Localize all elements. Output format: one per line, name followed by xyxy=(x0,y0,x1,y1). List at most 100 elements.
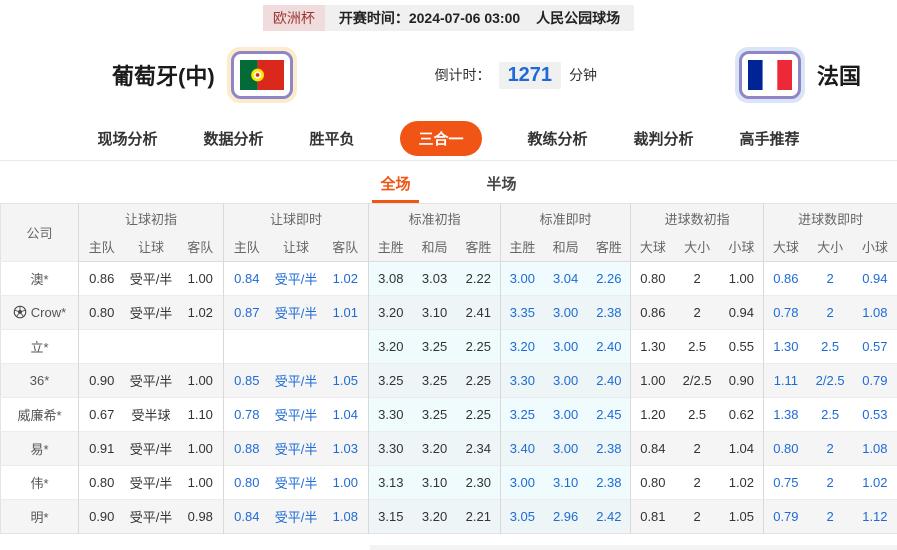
odds-cell: 3.40 xyxy=(501,432,544,466)
odds-cell: 2.42 xyxy=(588,500,631,534)
odds-cell: 受平/半 xyxy=(270,262,323,296)
odds-cell: 1.12 xyxy=(853,500,897,534)
nav-tab-4[interactable]: 教练分析 xyxy=(528,128,588,149)
company-name: Crow* xyxy=(31,305,66,320)
nav-tab-0[interactable]: 现场分析 xyxy=(97,128,157,149)
odds-cell: 0.85 xyxy=(224,364,270,398)
nav-tabs: 现场分析 数据分析 胜平负 三合一 教练分析 裁判分析 高手推荐 xyxy=(0,117,897,161)
odds-cell: 2.38 xyxy=(588,432,631,466)
odds-cell: 0.57 xyxy=(853,330,897,364)
group-header-2: 标准初指 xyxy=(369,204,501,233)
odds-cell: 2.25 xyxy=(457,364,501,398)
odds-cell: 3.35 xyxy=(501,296,544,330)
group-header-0: 让球初指 xyxy=(79,204,224,233)
odds-cell: 0.75 xyxy=(764,466,808,500)
odds-cell: 1.00 xyxy=(720,262,764,296)
odds-cell: 1.02 xyxy=(720,466,764,500)
sub-header: 客胜 xyxy=(588,233,631,262)
nav-tab-6[interactable]: 高手推荐 xyxy=(740,128,800,149)
kickoff-time: 开赛时间：2024-07-06 03:00 xyxy=(339,8,520,28)
odds-cell: 受平/半 xyxy=(125,432,178,466)
odds-table: 公司让球初指让球即时标准初指标准即时进球数初指进球数即时 主队让球客队主队让球客… xyxy=(0,203,897,534)
odds-cell: 3.15 xyxy=(369,500,413,534)
table-row: 明*0.90受平/半0.980.84受平/半1.083.153.202.213.… xyxy=(1,500,897,534)
company-cell[interactable]: 威廉希* xyxy=(1,398,79,432)
odds-cell: 1.10 xyxy=(178,398,224,432)
nav-tab-2[interactable]: 胜平负 xyxy=(309,128,354,149)
odds-cell: 2.21 xyxy=(457,500,501,534)
nav-tab-5[interactable]: 裁判分析 xyxy=(634,128,694,149)
odds-cell: 2 xyxy=(675,466,720,500)
odds-cell: 3.04 xyxy=(544,262,588,296)
odds-cell: 2.40 xyxy=(588,330,631,364)
odds-cell: 3.25 xyxy=(369,364,413,398)
odds-cell: 3.20 xyxy=(413,432,457,466)
period-subtabs: 全场 半场 xyxy=(0,161,897,203)
odds-cell: 1.30 xyxy=(631,330,675,364)
sub-header: 让球 xyxy=(125,233,178,262)
odds-cell: 1.04 xyxy=(720,432,764,466)
company-name: 易* xyxy=(30,442,48,457)
odds-cell: 2.45 xyxy=(588,398,631,432)
nav-tab-3[interactable]: 三合一 xyxy=(400,121,481,156)
company-cell[interactable]: 明* xyxy=(1,500,79,534)
france-flag-icon xyxy=(739,51,801,99)
odds-cell: 3.00 xyxy=(544,432,588,466)
odds-cell xyxy=(224,330,270,364)
company-cell[interactable]: 立* xyxy=(1,330,79,364)
odds-cell: 0.62 xyxy=(720,398,764,432)
odds-cell: 2/2.5 xyxy=(808,364,853,398)
group-header-5: 进球数即时 xyxy=(764,204,897,233)
company-cell[interactable]: 澳* xyxy=(1,262,79,296)
sub-header: 大小 xyxy=(675,233,720,262)
odds-cell: 1.04 xyxy=(323,398,369,432)
odds-cell: 0.94 xyxy=(853,262,897,296)
odds-cell: 1.20 xyxy=(631,398,675,432)
company-name: 明* xyxy=(30,510,48,525)
odds-cell: 2 xyxy=(808,500,853,534)
away-flag-box xyxy=(735,47,805,103)
odds-cell: 2 xyxy=(808,262,853,296)
odds-cell: 0.90 xyxy=(79,500,125,534)
company-cell[interactable]: 易* xyxy=(1,432,79,466)
odds-cell: 2.5 xyxy=(675,330,720,364)
odds-cell: 2 xyxy=(808,296,853,330)
subtab-0[interactable]: 全场 xyxy=(372,165,418,203)
odds-cell: 3.30 xyxy=(369,398,413,432)
nav-tab-1[interactable]: 数据分析 xyxy=(203,128,263,149)
company-name: 威廉希* xyxy=(17,408,61,423)
odds-cell: 3.10 xyxy=(544,466,588,500)
odds-cell: 1.00 xyxy=(631,364,675,398)
group-header-3: 标准即时 xyxy=(501,204,631,233)
odds-cell: 1.05 xyxy=(323,364,369,398)
odds-cell: 3.20 xyxy=(369,330,413,364)
sub-header: 和局 xyxy=(544,233,588,262)
odds-cell: 受平/半 xyxy=(270,432,323,466)
countdown-unit: 分钟 xyxy=(569,65,597,85)
odds-cell: 1.38 xyxy=(764,398,808,432)
odds-cell xyxy=(270,330,323,364)
sub-header: 小球 xyxy=(720,233,764,262)
odds-cell xyxy=(79,330,125,364)
odds-cell: 0.80 xyxy=(764,432,808,466)
teams-row: 葡萄牙(中) 倒计时： 1271 分钟 xyxy=(0,33,897,117)
odds-cell: 2.38 xyxy=(588,296,631,330)
company-cell[interactable]: 伟* xyxy=(1,466,79,500)
sub-header: 主队 xyxy=(79,233,125,262)
odds-cell: 1.00 xyxy=(178,466,224,500)
odds-cell: 2.41 xyxy=(457,296,501,330)
subtab-1[interactable]: 半场 xyxy=(479,165,525,203)
company-cell[interactable]: Crow* xyxy=(1,296,79,330)
countdown: 倒计时： 1271 分钟 xyxy=(297,62,735,89)
company-cell[interactable]: 36* xyxy=(1,364,79,398)
odds-cell: 3.00 xyxy=(544,364,588,398)
venue-name: 人民公园球场 xyxy=(536,8,620,28)
football-icon xyxy=(13,305,27,319)
match-info-inner: 欧洲杯 开赛时间：2024-07-06 03:00 人民公园球场 xyxy=(263,5,634,31)
odds-cell: 2 xyxy=(675,262,720,296)
odds-cell: 2/2.5 xyxy=(675,364,720,398)
home-team-name: 葡萄牙(中) xyxy=(112,59,215,91)
home-flag-box xyxy=(227,47,297,103)
odds-cell: 0.80 xyxy=(631,466,675,500)
odds-cell: 受平/半 xyxy=(125,296,178,330)
